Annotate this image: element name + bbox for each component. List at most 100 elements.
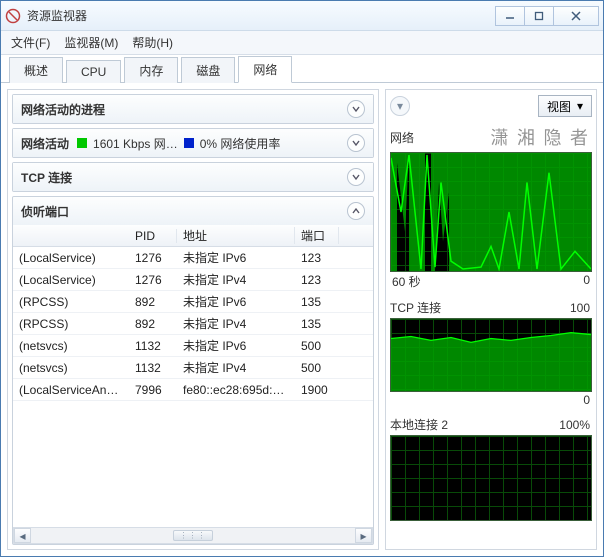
cell-name: (LocalService): [13, 251, 129, 265]
scroll-left-icon[interactable]: ◂: [14, 528, 31, 543]
cell-addr: 未指定 IPv6: [177, 249, 295, 266]
scroll-right-icon[interactable]: ▸: [355, 528, 372, 543]
cell-port: 1900: [295, 383, 339, 397]
app-icon: [5, 8, 21, 24]
dropdown-icon: ▾: [577, 99, 583, 113]
cell-addr: 未指定 IPv4: [177, 359, 295, 376]
graph-network-left: 60 秒: [392, 273, 421, 290]
table-row[interactable]: (LocalService)1276未指定 IPv4123: [13, 269, 373, 291]
col-port[interactable]: 端口: [295, 227, 339, 244]
cell-pid: 892: [129, 317, 177, 331]
table-row[interactable]: (LocalService)1276未指定 IPv6123: [13, 247, 373, 269]
cell-pid: 1132: [129, 361, 177, 375]
left-pane: 网络活动的进程 网络活动 1601 Kbps 网… 0% 网络使用率: [7, 89, 379, 550]
cell-name: (RPCSS): [13, 295, 129, 309]
right-toolbar: ▾ 视图 ▾: [390, 94, 592, 118]
panel-activity-title: 网络活动: [21, 135, 69, 152]
cell-name: (netsvcs): [13, 361, 129, 375]
right-pane: ▾ 视图 ▾ 网络 潇 湘 隐 者: [385, 89, 597, 550]
menubar: 文件(F) 监视器(M) 帮助(H): [1, 31, 603, 55]
cell-pid: 7996: [129, 383, 177, 397]
cell-port: 123: [295, 273, 339, 287]
graph-local-max: 100%: [559, 418, 590, 432]
maximize-button[interactable]: [524, 6, 554, 26]
cell-port: 500: [295, 339, 339, 353]
cell-addr: 未指定 IPv4: [177, 315, 295, 332]
view-dropdown[interactable]: 视图 ▾: [538, 95, 592, 117]
cell-addr: 未指定 IPv6: [177, 293, 295, 310]
activity-rate-label: 1601 Kbps 网…: [93, 135, 178, 152]
collapse-button[interactable]: [347, 168, 365, 186]
menu-help[interactable]: 帮助(H): [132, 34, 173, 51]
cell-port: 135: [295, 295, 339, 309]
cell-name: (RPCSS): [13, 317, 129, 331]
menu-file[interactable]: 文件(F): [11, 34, 50, 51]
panel-activity-stats: 1601 Kbps 网… 0% 网络使用率: [77, 135, 339, 152]
graph-network-right: 0: [583, 273, 590, 290]
scroll-thumb[interactable]: ⋮⋮⋮: [173, 530, 213, 541]
tab-disk[interactable]: 磁盘: [181, 57, 235, 83]
cell-pid: 1132: [129, 339, 177, 353]
col-pid[interactable]: PID: [129, 229, 177, 243]
table-row[interactable]: (RPCSS)892未指定 IPv6135: [13, 291, 373, 313]
panel-processes: 网络活动的进程: [12, 94, 374, 124]
graph-network-title: 网络: [390, 129, 414, 146]
cell-pid: 1276: [129, 251, 177, 265]
panel-processes-header[interactable]: 网络活动的进程: [13, 95, 373, 123]
minimize-button[interactable]: [495, 6, 525, 26]
graph-tcp-canvas: [390, 318, 592, 392]
col-addr[interactable]: 地址: [177, 227, 295, 244]
panel-processes-title: 网络活动的进程: [21, 101, 105, 118]
graph-tcp-max: 100: [570, 301, 590, 315]
horizontal-scrollbar[interactable]: ◂ ⋮⋮⋮ ▸: [13, 527, 373, 544]
table-header: PID 地址 端口: [13, 225, 373, 247]
watermark: 潇 湘 隐 者: [491, 124, 591, 150]
cell-addr: fe80::ec28:695d:…: [177, 383, 295, 397]
tab-cpu[interactable]: CPU: [66, 60, 121, 83]
cell-port: 123: [295, 251, 339, 265]
graph-local: 本地连接 2 100%: [390, 414, 592, 521]
swatch-rate: [77, 138, 87, 148]
panel-tcp-header[interactable]: TCP 连接: [13, 163, 373, 191]
panel-listen: 侦听端口 PID 地址 端口 (LocalService)1276未指定 IPv…: [12, 196, 374, 545]
graph-tcp: TCP 连接 100 0: [390, 297, 592, 410]
graph-network-canvas: [390, 152, 592, 272]
table-row[interactable]: (netsvcs)1132未指定 IPv6500: [13, 335, 373, 357]
activity-usage-label: 0% 网络使用率: [200, 135, 281, 152]
collapse-button[interactable]: [347, 100, 365, 118]
expand-button[interactable]: [347, 202, 365, 220]
panel-activity-header[interactable]: 网络活动 1601 Kbps 网… 0% 网络使用率: [13, 129, 373, 157]
menu-monitor[interactable]: 监视器(M): [64, 34, 118, 51]
view-label: 视图: [547, 98, 571, 115]
window-controls: [496, 6, 599, 26]
table-row[interactable]: (RPCSS)892未指定 IPv4135: [13, 313, 373, 335]
panel-activity: 网络活动 1601 Kbps 网… 0% 网络使用率: [12, 128, 374, 158]
table-row[interactable]: (netsvcs)1132未指定 IPv4500: [13, 357, 373, 379]
tab-overview[interactable]: 概述: [9, 57, 63, 83]
cell-name: (LocalServiceAnd…: [13, 383, 129, 397]
table-row[interactable]: (LocalServiceAnd…7996fe80::ec28:695d:…19…: [13, 379, 373, 401]
swatch-usage: [184, 138, 194, 148]
panel-tcp-title: TCP 连接: [21, 169, 72, 186]
scroll-up-button[interactable]: ▾: [390, 96, 410, 116]
tabstrip: 概述 CPU 内存 磁盘 网络: [1, 55, 603, 83]
content: 网络活动的进程 网络活动 1601 Kbps 网… 0% 网络使用率: [1, 83, 603, 556]
cell-port: 135: [295, 317, 339, 331]
panel-listen-header[interactable]: 侦听端口: [13, 197, 373, 225]
cell-port: 500: [295, 361, 339, 375]
titlebar[interactable]: 资源监视器: [1, 1, 603, 31]
tab-network[interactable]: 网络: [238, 56, 292, 83]
graph-network: 网络 潇 湘 隐 者 60 秒 0: [390, 122, 592, 293]
cell-addr: 未指定 IPv4: [177, 271, 295, 288]
graph-tcp-title: TCP 连接: [390, 299, 441, 316]
listen-table: PID 地址 端口 (LocalService)1276未指定 IPv6123(…: [13, 225, 373, 401]
cell-name: (netsvcs): [13, 339, 129, 353]
collapse-button[interactable]: [347, 134, 365, 152]
graph-tcp-right: 0: [583, 393, 590, 407]
panel-tcp: TCP 连接: [12, 162, 374, 192]
tab-memory[interactable]: 内存: [124, 57, 178, 83]
close-button[interactable]: [553, 6, 599, 26]
window-title: 资源监视器: [27, 7, 496, 24]
cell-pid: 1276: [129, 273, 177, 287]
window: 资源监视器 文件(F) 监视器(M) 帮助(H) 概述 CPU 内存 磁盘 网络…: [0, 0, 604, 557]
